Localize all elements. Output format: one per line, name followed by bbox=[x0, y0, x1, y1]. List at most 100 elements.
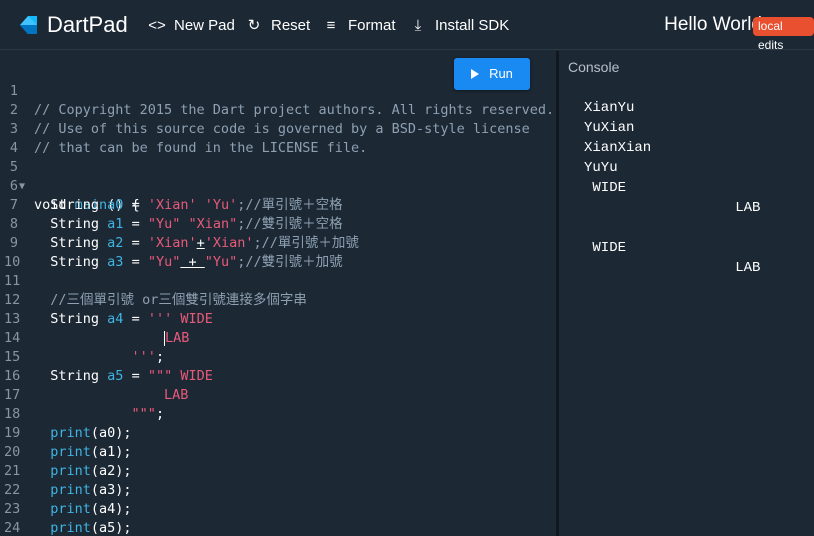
new-pad-button[interactable]: <> New Pad bbox=[148, 15, 235, 37]
top-bar: DartPad <> New Pad ↻ Reset ≡ Format ⤓ Instal… bbox=[0, 0, 814, 52]
code-line: 21 print(a3); bbox=[0, 443, 132, 498]
console-output-line: XianYu bbox=[584, 100, 635, 116]
reset-button[interactable]: ↻ Reset bbox=[245, 15, 310, 37]
console-panel: Console XianYu YuXian XianXian YuYu WIDE… bbox=[559, 51, 814, 536]
console-output-line: YuXian bbox=[584, 120, 635, 136]
console-title: Console bbox=[568, 59, 620, 75]
code-text: (a1); bbox=[90, 444, 132, 460]
string-literal: LAB bbox=[165, 330, 190, 346]
function-name: print bbox=[50, 425, 91, 441]
comment-text: //三個單引號 or三個雙引號連接多個字串 bbox=[50, 292, 307, 308]
line-number: 24 bbox=[4, 520, 21, 536]
app-name: DartPad bbox=[47, 12, 128, 37]
code-text: (a2); bbox=[90, 463, 132, 479]
variable-name: a3 bbox=[107, 254, 124, 270]
function-name: print bbox=[50, 463, 91, 479]
operator: = bbox=[123, 197, 148, 213]
string-literal: 'Xian' bbox=[147, 235, 197, 251]
code-text: ; bbox=[155, 349, 165, 365]
variable-name: a5 bbox=[107, 368, 124, 384]
string-literal: "Yu" "Xian" bbox=[147, 216, 238, 232]
code-line: 23 print(a5); bbox=[0, 481, 132, 536]
string-literal: 'Xian' bbox=[204, 235, 254, 251]
code-line: 14 '''; bbox=[0, 310, 164, 365]
code-line: 1 // Copyright 2015 the Dart project aut… bbox=[0, 63, 554, 118]
comment-text: ;//單引號＋空格 bbox=[237, 197, 343, 213]
comment-text: // Use of this source code is governed b… bbox=[34, 121, 530, 137]
string-literal: ''' bbox=[131, 349, 156, 365]
code-text: ; bbox=[155, 406, 165, 422]
code-line: 4 bbox=[0, 120, 33, 156]
code-line: 11 //三個單引號 or三個雙引號連接多個字串 bbox=[0, 253, 307, 308]
console-output-line: XianXian bbox=[584, 140, 652, 156]
code-editor[interactable]: 1 // Copyright 2015 the Dart project aut… bbox=[0, 51, 556, 536]
variable-name: a4 bbox=[107, 311, 124, 327]
string-literal: LAB bbox=[164, 387, 189, 403]
code-text: (a4); bbox=[90, 501, 132, 517]
operator: = bbox=[123, 235, 148, 251]
console-output-line: YuYu bbox=[584, 160, 618, 176]
type-keyword: String bbox=[50, 216, 108, 232]
code-line: 19 print(a1); bbox=[0, 405, 132, 460]
console-output-line: LAB bbox=[584, 200, 761, 216]
string-literal: "Yu" bbox=[204, 254, 238, 270]
local-edits-badge: local edits bbox=[753, 17, 814, 52]
comment-text: // that can be found in the LICENSE file… bbox=[34, 140, 368, 156]
code-text: (a0); bbox=[90, 425, 132, 441]
code-line: 5 ▼ void main() { bbox=[0, 139, 140, 213]
function-name: print bbox=[50, 444, 91, 460]
string-literal: "Yu" bbox=[147, 254, 181, 270]
function-name: print bbox=[50, 520, 91, 536]
reset-label: Reset bbox=[271, 17, 311, 34]
download-icon: ⤓ bbox=[414, 17, 422, 34]
comment-text: ;//雙引號＋空格 bbox=[237, 216, 343, 232]
type-keyword: String bbox=[50, 254, 108, 270]
type-keyword: String bbox=[50, 235, 108, 251]
string-literal: 'Xian' 'Yu' bbox=[147, 197, 238, 213]
format-align-icon: ≡ bbox=[326, 17, 336, 34]
variable-name: a1 bbox=[107, 216, 124, 232]
console-output-line: WIDE bbox=[584, 180, 627, 196]
variable-name: a2 bbox=[107, 235, 124, 251]
comment-text: ;//雙引號＋加號 bbox=[237, 254, 343, 270]
variable-name: a0 bbox=[107, 197, 124, 213]
install-sdk-button[interactable]: ⤓ Install SDK bbox=[409, 15, 510, 37]
format-button[interactable]: ≡ Format bbox=[322, 15, 396, 37]
function-name: print bbox=[50, 501, 91, 517]
console-output-line: WIDE bbox=[584, 240, 627, 256]
string-literal: """ bbox=[131, 406, 156, 422]
plus-operator: + bbox=[196, 235, 205, 251]
code-line: 17 """; bbox=[0, 367, 164, 422]
code-text: (a5); bbox=[90, 520, 132, 536]
code-line: 2 // Use of this source code is governed… bbox=[0, 82, 530, 137]
type-keyword: String bbox=[50, 368, 108, 384]
code-line: 6 String a0 = 'Xian' 'Yu';//單引號＋空格 bbox=[0, 158, 343, 213]
code-line: 7 String a1 = "Yu" "Xian";//雙引號＋空格 bbox=[0, 177, 343, 232]
plus-operator: + bbox=[180, 254, 205, 270]
operator: = bbox=[123, 368, 148, 384]
dart-logo-icon bbox=[20, 16, 37, 34]
code-line: 9 String a3 = "Yu" + "Yu";//雙引號＋加號 bbox=[0, 215, 343, 270]
play-icon bbox=[471, 68, 480, 79]
code-brackets-icon: <> bbox=[148, 17, 166, 34]
comment-text: // Copyright 2015 the Dart project autho… bbox=[34, 102, 555, 118]
operator: = bbox=[123, 216, 148, 232]
code-line: 16 LAB bbox=[0, 348, 188, 403]
console-output-line: LAB bbox=[584, 260, 761, 276]
code-line: 20 print(a2); bbox=[0, 424, 132, 479]
refresh-icon: ↻ bbox=[247, 17, 261, 34]
string-literal: ''' WIDE bbox=[147, 311, 213, 327]
run-label: Run bbox=[489, 66, 513, 81]
code-text: (a3); bbox=[90, 482, 132, 498]
code-line: 15 String a5 = """ WIDE bbox=[0, 329, 213, 384]
operator: = bbox=[123, 311, 148, 327]
code-line: 12 String a4 = ''' WIDE bbox=[0, 272, 213, 327]
code-line: 3 // that can be found in the LICENSE fi… bbox=[0, 101, 367, 156]
code-line: 18 print(a0); bbox=[0, 386, 132, 441]
format-label: Format bbox=[348, 17, 396, 34]
new-pad-label: New Pad bbox=[174, 17, 235, 34]
string-literal: """ WIDE bbox=[147, 368, 213, 384]
comment-text: ;//單引號＋加號 bbox=[253, 235, 359, 251]
code-line: 10 bbox=[0, 234, 33, 270]
run-button[interactable]: Run bbox=[454, 58, 530, 90]
